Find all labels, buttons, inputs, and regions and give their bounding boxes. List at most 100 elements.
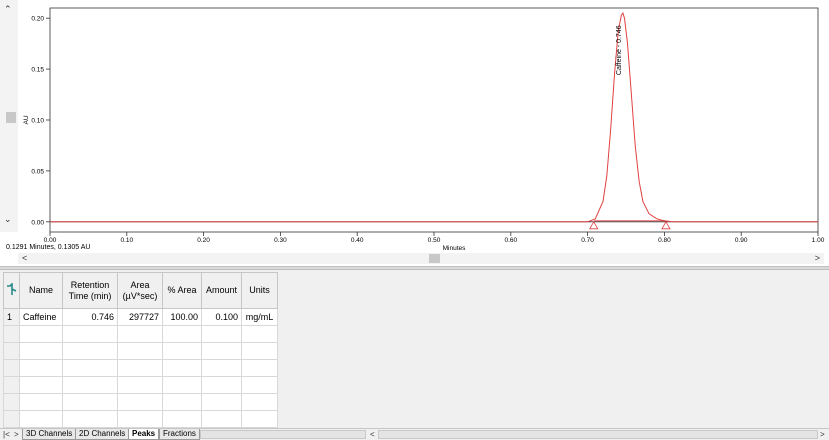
y-axis-label: AU — [23, 115, 30, 124]
empty-cell — [19, 325, 63, 343]
empty-cell — [19, 410, 63, 428]
cell-amount: 0.100 — [201, 308, 242, 326]
empty-table-row — [3, 325, 278, 343]
empty-table-row — [3, 393, 278, 411]
scroll-left-icon[interactable]: < — [22, 253, 27, 264]
empty-table-row — [3, 342, 278, 360]
x-tick-label: 0.00 — [44, 237, 57, 244]
tab-bar: |< > 3D Channels 2D Channels Peaks Fract… — [0, 428, 829, 440]
empty-table-row — [3, 376, 278, 394]
empty-cell — [241, 359, 278, 377]
tab-peaks[interactable]: Peaks — [128, 429, 160, 440]
cell-pct-area: 100.00 — [162, 308, 202, 326]
empty-cell — [241, 376, 278, 394]
chromatogram-panel[interactable]: 0.00 0.05 0.10 0.15 0.20 0.00 0.10 0.20 0.30 0.40… — [0, 0, 829, 266]
empty-cell — [19, 376, 63, 394]
x-tick-label: 0.80 — [658, 237, 671, 244]
empty-table-row — [3, 410, 278, 428]
peaks-table-panel: Name Retention Time (min) Area (µV*sec) … — [0, 270, 829, 428]
column-header-name[interactable]: Name — [19, 272, 63, 309]
scroll-right-icon[interactable]: > — [815, 253, 820, 264]
empty-cell — [201, 342, 242, 360]
tab-prev-icon[interactable]: |< — [3, 430, 10, 439]
column-header-area[interactable]: Area (µV*sec) — [117, 272, 163, 309]
tab-fractions[interactable]: Fractions — [159, 429, 200, 440]
x-tick-label: 0.90 — [735, 237, 748, 244]
empty-cell — [62, 410, 118, 428]
x-tick-label: 1.00 — [812, 237, 825, 244]
tab-3d-channels[interactable]: 3D Channels — [22, 429, 77, 440]
tab-2d-channels[interactable]: 2D Channels — [75, 429, 130, 440]
empty-cell — [201, 325, 242, 343]
empty-cell — [3, 376, 20, 394]
plot-frame — [49, 7, 819, 233]
table-row[interactable]: 1 Caffeine 0.746 297727 100.00 0.100 mg/… — [3, 308, 278, 326]
x-tick-label: 0.60 — [504, 237, 517, 244]
empty-cell — [19, 342, 63, 360]
empty-cell — [117, 325, 163, 343]
table-corner[interactable] — [3, 272, 20, 309]
x-axis-label: Minutes — [443, 245, 467, 252]
empty-cell — [3, 393, 20, 411]
table-horizontal-scrollbar[interactable] — [378, 430, 818, 439]
empty-cell — [62, 325, 118, 343]
cell-retention-time: 0.746 — [62, 308, 118, 326]
x-tick-label: 0.40 — [351, 237, 364, 244]
empty-cell — [3, 325, 20, 343]
x-tick-label: 0.50 — [428, 237, 441, 244]
chromatogram-plot[interactable]: 0.00 0.05 0.10 0.15 0.20 0.00 0.10 0.20 0.30 0.40… — [0, 0, 829, 252]
column-header-retention-time[interactable]: Retention Time (min) — [62, 272, 118, 309]
empty-cell — [62, 393, 118, 411]
scroll-down-icon[interactable]: ⌄ — [4, 214, 12, 225]
empty-cell — [162, 376, 202, 394]
cell-name: Caffeine — [19, 308, 63, 326]
empty-cell — [19, 359, 63, 377]
column-header-pct-area[interactable]: % Area — [162, 272, 202, 309]
empty-cell — [62, 342, 118, 360]
x-tick-label: 0.10 — [120, 237, 133, 244]
cursor-readout: 0.1291 Minutes, 0.1305 AU — [6, 244, 91, 251]
empty-table-row — [3, 359, 278, 377]
empty-cell — [62, 376, 118, 394]
empty-cell — [117, 393, 163, 411]
empty-cell — [201, 376, 242, 394]
x-tick-label: 0.30 — [274, 237, 287, 244]
empty-cell — [117, 410, 163, 428]
scroll-up-icon[interactable]: ⌃ — [4, 4, 12, 15]
y-tick-label: 0.05 — [31, 168, 44, 175]
empty-cell — [162, 325, 202, 343]
empty-cell — [241, 342, 278, 360]
y-tick-label: 0.20 — [31, 16, 44, 23]
x-tick-label: 0.20 — [197, 237, 210, 244]
empty-cell — [3, 410, 20, 428]
empty-cell — [117, 359, 163, 377]
vertical-scrollbar[interactable]: ⌃ ⌄ — [0, 0, 18, 232]
row-index: 1 — [3, 308, 20, 326]
y-tick-label: 0.00 — [31, 219, 44, 226]
table-scroll-left-icon[interactable]: < — [370, 430, 375, 439]
peak-annotation: Caffeine - 0.746 — [616, 25, 623, 75]
empty-cell — [201, 410, 242, 428]
empty-cell — [241, 393, 278, 411]
empty-cell — [117, 342, 163, 360]
empty-cell — [201, 359, 242, 377]
column-header-amount[interactable]: Amount — [201, 272, 242, 309]
y-tick-label: 0.15 — [31, 67, 44, 74]
cell-units: mg/mL — [241, 308, 278, 326]
table-scroll-right-icon[interactable]: > — [820, 430, 825, 439]
empty-cell — [3, 359, 20, 377]
horizontal-scroll-thumb[interactable] — [429, 254, 440, 263]
tab-next-icon[interactable]: > — [14, 430, 19, 439]
peaks-table: Name Retention Time (min) Area (µV*sec) … — [3, 272, 278, 428]
horizontal-scrollbar[interactable]: < > — [18, 253, 824, 264]
empty-cell — [162, 359, 202, 377]
empty-cell — [162, 393, 202, 411]
column-header-units[interactable]: Units — [241, 272, 278, 309]
vertical-scroll-thumb[interactable] — [6, 112, 16, 123]
empty-cell — [62, 359, 118, 377]
empty-cell — [241, 325, 278, 343]
empty-cell — [201, 393, 242, 411]
tab-area-scrollbar[interactable] — [200, 430, 366, 439]
empty-cell — [241, 410, 278, 428]
empty-cell — [162, 410, 202, 428]
